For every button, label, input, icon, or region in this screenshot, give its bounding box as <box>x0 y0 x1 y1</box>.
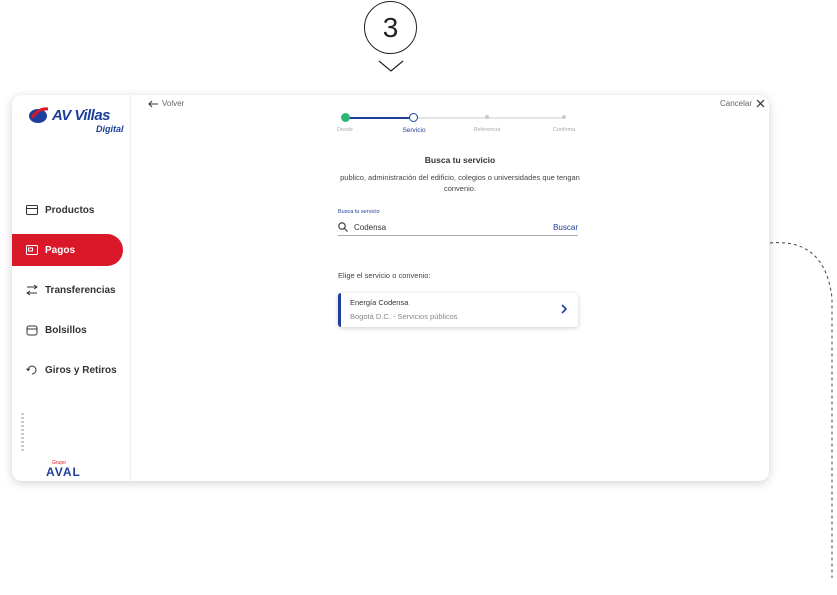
stepper-line-done <box>349 117 412 119</box>
sidebar-item-pagos[interactable]: Pagos <box>12 234 123 266</box>
sidebar-item-label: Pagos <box>45 244 76 256</box>
sidebar-item-transferencias[interactable]: Transferencias <box>12 274 130 306</box>
withdraw-icon <box>26 364 38 376</box>
sidebar-item-label: Transferencias <box>45 284 116 296</box>
sidebar: AV Villas Digital Productos Pagos Transf… <box>12 95 131 481</box>
sidebar-item-bolsillos[interactable]: Bolsillos <box>12 314 130 346</box>
sidebar-item-productos[interactable]: Productos <box>12 194 130 226</box>
service-name: Energía Codensa <box>350 298 409 307</box>
cancel-label: Cancelar <box>719 99 752 108</box>
transfer-icon <box>26 284 38 296</box>
progress-stepper: Desde Servicio Referencia Confirma <box>337 110 577 140</box>
service-result-card[interactable]: Energía Codensa Bogotá D.C. - Servicios … <box>338 293 578 327</box>
card-icon <box>26 204 38 216</box>
sidebar-item-label: Productos <box>45 204 95 216</box>
step-label-confirma: Confirma <box>552 127 576 133</box>
search-button[interactable]: Buscar <box>553 223 578 232</box>
close-icon <box>756 99 765 108</box>
step-label-referencia: Referencia <box>473 127 501 133</box>
av-villas-logo: AV Villas Digital <box>28 106 128 146</box>
sidebar-item-label: Giros y Retiros <box>45 364 117 376</box>
bill-icon <box>26 244 38 256</box>
arrow-left-icon <box>148 100 158 107</box>
app-window: AV Villas Digital Productos Pagos Transf… <box>12 95 769 481</box>
search-label: Busca tu servicio <box>338 209 380 215</box>
chevron-right-icon <box>561 304 568 314</box>
cancel-button[interactable]: Cancelar <box>720 99 765 108</box>
service-detail: Bogotá D.C. - Servicios públicos <box>350 312 458 321</box>
logo-brand: AV Villas <box>52 107 111 124</box>
back-button[interactable]: Volver <box>148 99 184 108</box>
step-done-dot <box>341 113 350 122</box>
dashed-connector <box>770 242 833 578</box>
step-label-servicio: Servicio <box>402 127 426 134</box>
search-icon <box>338 222 348 232</box>
stepper-line-pending <box>417 117 564 119</box>
vertical-legal-text <box>21 413 24 453</box>
sidebar-item-giros-y-retiros[interactable]: Giros y Retiros <box>12 354 130 386</box>
sidebar-item-label: Bolsillos <box>45 324 87 336</box>
step-number-badge: 3 <box>364 1 417 54</box>
logo-sub: Digital <box>96 124 124 134</box>
choose-service-label: Elige el servicio o convenio: <box>338 271 431 280</box>
back-label: Volver <box>162 99 185 108</box>
grupo-aval-logo: AVAL <box>46 465 81 479</box>
pocket-icon <box>26 324 38 336</box>
step-current-dot <box>409 113 418 122</box>
logo-swoosh-icon <box>29 107 49 123</box>
page-title: Busca tu servicio <box>424 155 496 165</box>
search-input[interactable]: Codensa <box>354 223 553 232</box>
search-field[interactable]: Codensa Buscar <box>338 219 578 236</box>
step-label-desde: Desde <box>337 127 353 133</box>
step-pending-dot <box>485 115 489 119</box>
step-pending-dot <box>562 115 566 119</box>
page-subtitle: publico, administración del edificio, co… <box>340 173 580 193</box>
chevron-down-icon <box>378 60 404 72</box>
